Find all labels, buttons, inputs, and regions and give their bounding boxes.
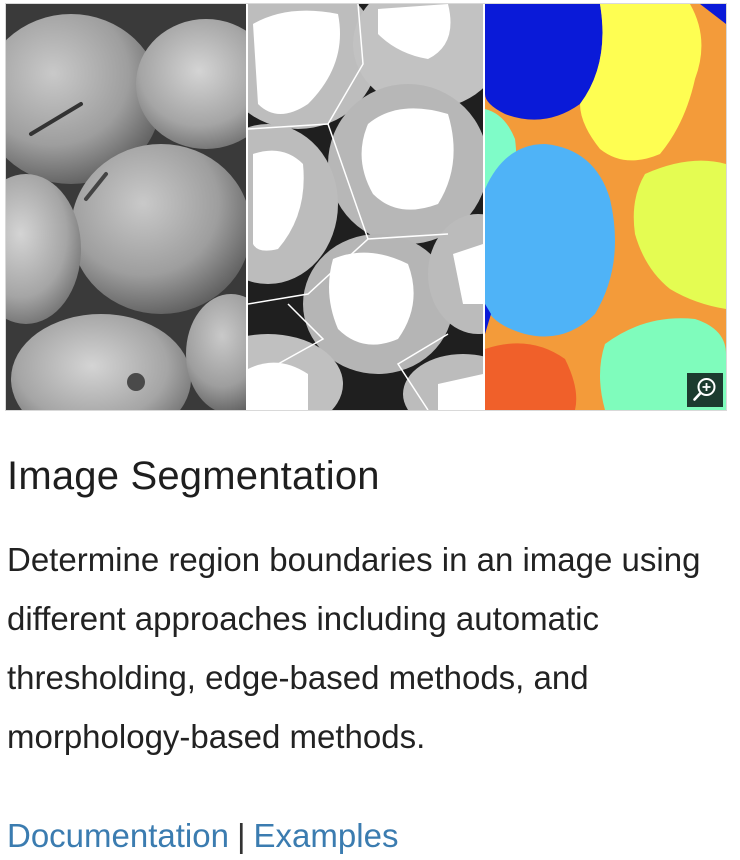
- segmentation-figure[interactable]: [5, 3, 727, 411]
- thresholded-image: [248, 4, 483, 410]
- thresholded-image-panel: [248, 4, 483, 410]
- labeled-regions-panel: [485, 4, 726, 410]
- labeled-regions-image: [485, 4, 726, 410]
- zoom-in-icon: [693, 378, 716, 401]
- card-description: Determine region boundaries in an image …: [7, 541, 701, 755]
- link-separator: |: [236, 817, 246, 854]
- grayscale-photo-panel: [6, 4, 246, 410]
- grayscale-photo-image: [6, 4, 246, 410]
- documentation-link[interactable]: Documentation: [7, 817, 229, 854]
- card-links: Documentation | Examples: [7, 812, 398, 860]
- card-title: Image Segmentation: [7, 454, 380, 498]
- zoom-button[interactable]: [687, 373, 723, 407]
- examples-link[interactable]: Examples: [254, 817, 399, 854]
- feature-card: Image Segmentation Determine region boun…: [0, 0, 740, 860]
